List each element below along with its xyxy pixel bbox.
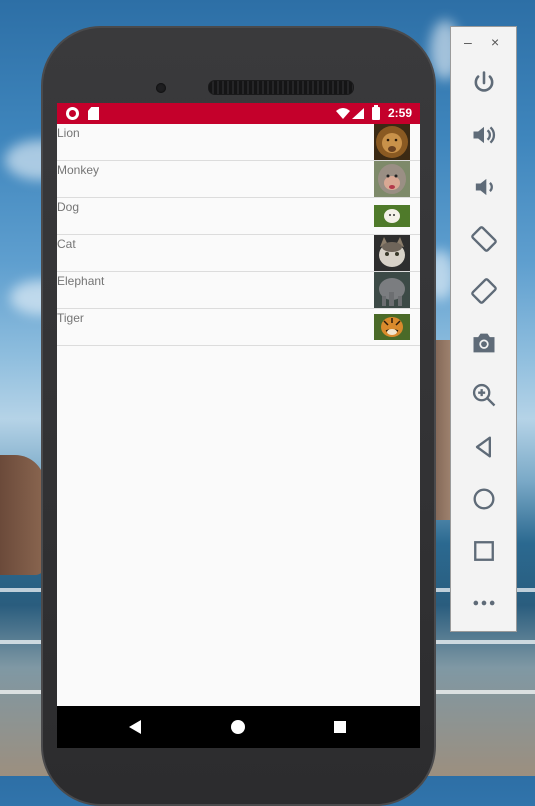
signal-icon xyxy=(352,108,364,119)
nav-back-button[interactable] xyxy=(129,720,141,734)
front-camera xyxy=(156,83,166,93)
back-button[interactable] xyxy=(468,431,500,463)
list-item[interactable]: Elephant xyxy=(57,272,420,309)
status-time: 2:59 xyxy=(388,106,413,120)
emulator-toolbar: – × xyxy=(450,26,517,632)
volume-down-button[interactable] xyxy=(468,171,500,203)
list-item-label: Elephant xyxy=(57,274,105,288)
rotate-left-button[interactable] xyxy=(468,223,500,255)
list-item-label: Lion xyxy=(57,126,80,140)
list-item[interactable]: Tiger xyxy=(57,309,420,346)
overview-button[interactable] xyxy=(468,535,500,567)
list-item[interactable]: Dog xyxy=(57,198,420,235)
battery-icon xyxy=(372,105,380,120)
more-button[interactable] xyxy=(468,587,500,619)
volume-up-button[interactable] xyxy=(468,119,500,151)
zoom-button[interactable] xyxy=(468,379,500,411)
monkey-thumbnail xyxy=(374,161,410,197)
volume-up-icon xyxy=(473,126,496,144)
list-item[interactable]: Cat xyxy=(57,235,420,272)
animal-list: Lion Monkey Dog Cat Elephant Tiger xyxy=(57,124,420,346)
tiger-thumbnail xyxy=(374,309,410,345)
list-item-label: Dog xyxy=(57,200,80,214)
more-icon xyxy=(473,600,495,606)
sd-card-icon xyxy=(88,107,99,120)
lion-thumbnail xyxy=(374,124,410,160)
nav-recents-button[interactable] xyxy=(334,721,346,733)
recording-icon xyxy=(66,107,79,120)
elephant-thumbnail xyxy=(374,272,410,308)
list-item[interactable]: Monkey xyxy=(57,161,420,198)
device-screen: 2:59 Lion Monkey Dog Cat Elephant Tiger xyxy=(57,103,420,748)
dog-thumbnail xyxy=(374,198,410,234)
rotate-left-icon xyxy=(471,226,497,252)
navigation-bar xyxy=(57,706,420,748)
volume-down-icon xyxy=(475,178,493,196)
rotate-right-icon xyxy=(471,278,497,304)
camera-icon xyxy=(473,333,495,353)
overview-icon xyxy=(474,541,494,561)
back-icon xyxy=(475,436,491,458)
list-item-label: Monkey xyxy=(57,163,100,177)
list-item-label: Cat xyxy=(57,237,76,251)
zoom-icon xyxy=(472,383,496,407)
home-button[interactable] xyxy=(468,483,500,515)
earpiece-speaker xyxy=(208,80,354,95)
status-bar: 2:59 xyxy=(57,103,420,124)
screenshot-button[interactable] xyxy=(468,327,500,359)
rotate-right-button[interactable] xyxy=(468,275,500,307)
power-button[interactable] xyxy=(468,67,500,99)
list-item-label: Tiger xyxy=(57,311,84,325)
cat-thumbnail xyxy=(374,235,410,271)
close-button[interactable]: × xyxy=(491,35,499,49)
minimize-button[interactable]: – xyxy=(464,35,472,49)
power-icon xyxy=(474,71,494,92)
home-icon xyxy=(473,488,495,510)
wifi-icon xyxy=(336,108,350,119)
list-item[interactable]: Lion xyxy=(57,124,420,161)
nav-home-button[interactable] xyxy=(231,720,245,734)
